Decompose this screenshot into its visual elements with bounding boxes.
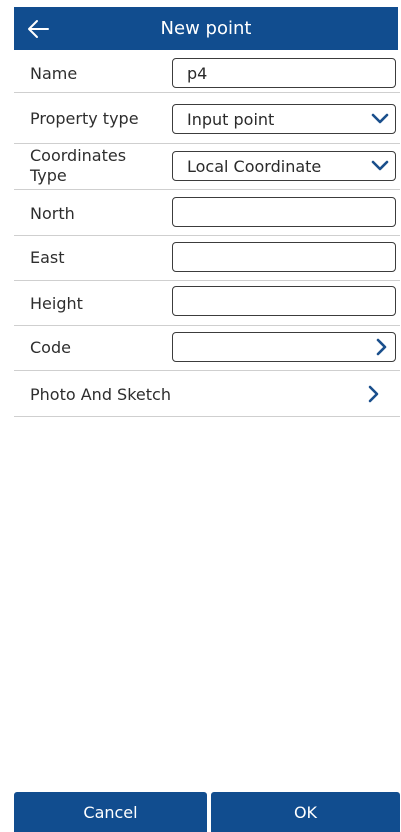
back-button[interactable] <box>14 7 62 50</box>
ok-button[interactable]: OK <box>211 792 400 832</box>
code-row: Code <box>14 326 400 371</box>
arrow-left-icon <box>26 19 50 39</box>
coordinates-type-select[interactable]: Local Coordinate <box>172 151 396 181</box>
photo-sketch-label: Photo And Sketch <box>30 385 171 404</box>
chevron-down-icon <box>371 113 389 125</box>
east-row: East <box>14 236 400 281</box>
name-label: Name <box>30 64 78 83</box>
east-field[interactable] <box>172 242 396 272</box>
north-label: North <box>30 204 75 223</box>
app-header: New point <box>14 7 398 50</box>
code-field[interactable] <box>172 332 396 362</box>
property-type-row: Property type Input point <box>14 93 400 144</box>
coordinates-type-label: Coordinates Type <box>30 146 127 185</box>
property-type-value: Input point <box>187 109 275 129</box>
chevron-right-icon <box>375 338 389 356</box>
height-field[interactable] <box>172 286 396 316</box>
page-title: New point <box>160 18 252 39</box>
property-type-label: Property type <box>30 109 139 128</box>
name-row: Name <box>14 54 400 93</box>
north-field[interactable] <box>172 197 396 227</box>
coordinates-type-row: Coordinates Type Local Coordinate <box>14 144 400 190</box>
coordinates-type-value: Local Coordinate <box>187 156 322 176</box>
chevron-right-icon <box>364 384 384 404</box>
code-label: Code <box>30 338 71 357</box>
name-field[interactable] <box>172 58 396 88</box>
east-label: East <box>30 248 65 267</box>
chevron-down-icon <box>371 160 389 172</box>
north-row: North <box>14 190 400 236</box>
property-type-select[interactable]: Input point <box>172 104 396 134</box>
photo-sketch-row[interactable]: Photo And Sketch <box>14 371 400 417</box>
height-row: Height <box>14 281 400 326</box>
height-label: Height <box>30 294 83 313</box>
cancel-button[interactable]: Cancel <box>14 792 207 832</box>
